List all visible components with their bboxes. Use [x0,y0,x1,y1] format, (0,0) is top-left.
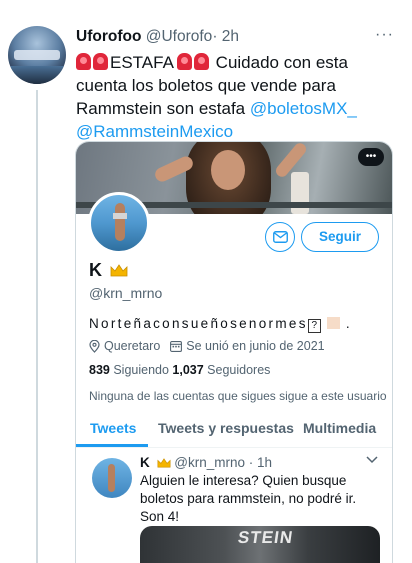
following-link[interactable]: 839 Siguiendo [89,363,172,377]
tab-tweets[interactable]: Tweets [90,420,136,436]
profile-handle: @krn_mrno [89,285,163,301]
inner-tweet-avatar[interactable] [92,458,132,498]
siren-icon [176,53,192,70]
emoji-icon [326,317,340,329]
tweet-text-estafa: ESTAFA [110,53,174,72]
attached-image[interactable]: ••• Seguir K @krn_mrno Norteñaconsueñose… [75,141,393,563]
profile-tabs: Tweets Tweets y respuestas Multimedia [76,412,392,448]
profile-location: Queretaro [104,339,161,353]
active-tab-indicator [76,444,148,447]
author-handle[interactable]: @Uforofo [146,28,213,45]
avatar[interactable] [8,26,66,84]
profile-avatar[interactable] [88,192,150,254]
crown-icon [110,264,128,277]
siren-icon [93,53,108,70]
inner-tweet-header: K @krn_mrno · 1h [140,455,272,470]
profile-meta: Queretaro Se unió en junio de 2021 [89,339,325,353]
siren-icon [193,53,209,70]
mail-icon [272,231,288,243]
followers-count: 1,037 [172,363,204,377]
mention-link[interactable]: @RammsteinMexico [76,122,233,141]
message-button[interactable] [265,222,295,252]
thread-line [36,90,38,563]
location-icon [89,339,100,353]
tweet-time[interactable]: · 2h [212,28,239,45]
unknown-glyph-icon: ? [307,319,321,333]
banner-more-icon: ••• [358,148,384,166]
crown-icon [157,458,170,468]
siren-icon [76,53,91,70]
profile-name-text: K [89,260,102,280]
inner-tweet-name[interactable]: K [140,455,150,470]
inner-tweet-text: Alguien le interesa? Quien busque boleto… [140,473,357,524]
author-name[interactable]: Uforofoo [76,28,141,45]
following-label: Siguiendo [109,363,173,377]
mention-link[interactable]: @boletosMX_ [250,99,357,118]
followers-you-know: Ninguna de las cuentas que sigues sigue … [89,389,387,403]
bio-text: Norteñaconsueñosenormes [89,316,308,331]
more-options-icon[interactable]: ··· [375,26,394,44]
tweet-header: Uforofoo @Uforofo· 2h [76,28,239,46]
inner-tweet-media[interactable]: STEIN [140,526,380,563]
followers-link[interactable]: 1,037 Seguidores [172,363,270,377]
following-count: 839 [89,363,110,377]
profile-bio: Norteñaconsueñosenormes? . [89,316,352,333]
followers-label: Seguidores [203,363,271,377]
bio-tail: . [345,316,352,331]
calendar-icon [170,340,183,352]
tab-tweets-and-replies[interactable]: Tweets y respuestas [158,420,294,436]
inner-tweet-handle[interactable]: @krn_mrno [174,455,245,470]
profile-name: K [89,260,128,281]
chevron-down-icon[interactable] [366,456,378,464]
tweet-text: ESTAFA Cuidado con esta cuenta los bolet… [76,51,396,143]
tab-media[interactable]: Multimedia [303,420,376,436]
profile-stats: 839 Siguiendo 1,037 Seguidores [89,363,270,377]
profile-joined: Se unió en junio de 2021 [186,339,325,353]
inner-tweet-time[interactable]: · 1h [249,455,272,470]
follow-button[interactable]: Seguir [301,222,379,252]
media-overlay-text: STEIN [236,528,295,547]
